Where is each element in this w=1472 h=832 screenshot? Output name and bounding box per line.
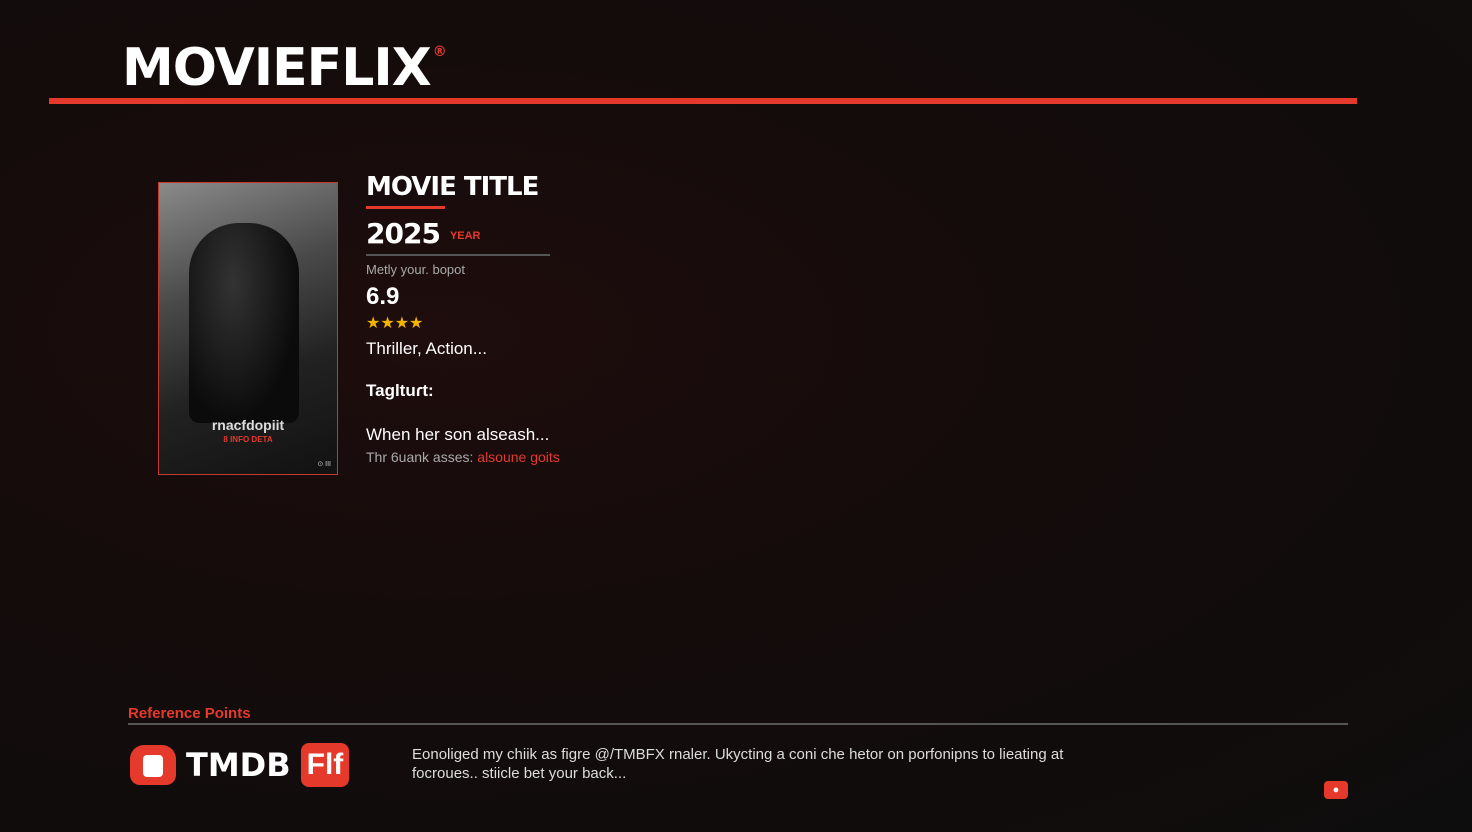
mascot-icon	[130, 745, 176, 785]
section-divider	[128, 723, 1348, 725]
brand-name: TMDB	[186, 746, 291, 784]
subtext-link[interactable]: alsoune goits	[477, 449, 560, 465]
section-title: Reference Points	[128, 705, 251, 722]
poster-title: rnacfdopiit	[211, 417, 285, 433]
year-label: YEAR	[449, 230, 481, 242]
year-row: 2025 YEAR	[366, 217, 550, 256]
movie-info: MOVIE TITLE 2025 YEAR Metly your. bopot …	[366, 172, 560, 465]
movie-meta: Metly your. bopot	[366, 262, 465, 277]
brand-badge: Flf	[300, 743, 350, 787]
header-divider	[49, 98, 1357, 104]
app-logo[interactable]: MOVIEFLIX ®	[122, 38, 447, 98]
reference-text: Eonoliged my chiik as figre @/TMBFX rnal…	[412, 746, 1064, 782]
poster-subtitle: 8 INFO DETA	[223, 435, 273, 444]
movie-year: 2025	[366, 217, 441, 250]
movie-poster[interactable]: rnacfdopiit 8 INFO DETA ⊙ III	[158, 182, 338, 475]
poster-figure	[189, 223, 299, 423]
poster-rating-badge: ⊙ III	[317, 461, 331, 468]
location-icon[interactable]: ●	[1324, 781, 1348, 799]
movie-description: When her son alseash...	[366, 425, 550, 444]
tagline-label: Tagltuɾt:	[366, 381, 434, 400]
title-underline	[366, 206, 445, 209]
tmdb-logo[interactable]: TMDB Flf	[130, 743, 350, 787]
registered-mark: ®	[432, 44, 447, 60]
star-rating-icon: ★★★★	[366, 315, 424, 332]
movie-subtext: Thr 6uank asses: alsoune goits	[366, 449, 560, 465]
movie-rating: 6.9	[366, 283, 400, 310]
movie-genres: Thriller, Action...	[366, 339, 487, 358]
movie-title: MOVIE TITLE	[366, 172, 539, 202]
